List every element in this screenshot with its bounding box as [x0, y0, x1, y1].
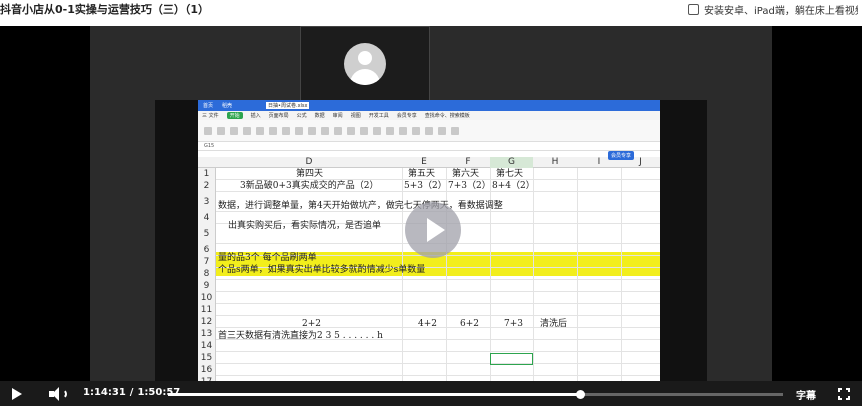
row-number: 14 — [198, 340, 216, 352]
menu-item[interactable]: 三 文件 — [202, 112, 219, 119]
menu-item[interactable]: 页面布局 — [269, 112, 289, 119]
subtitle-button[interactable]: 字幕 — [796, 387, 816, 402]
cell-D2: 3新品破0+3真实成交的产品（2） — [240, 181, 379, 191]
formula-bar: G15 — [198, 142, 660, 151]
big-play-button[interactable] — [405, 202, 461, 258]
cell-C7: 量的品3个 每个品刷两单 — [218, 253, 317, 263]
menu-item[interactable]: 审阅 — [333, 112, 343, 119]
promo-text: 安装安卓、iPad端，躺在床上看视频 — [704, 5, 858, 17]
app-tab[interactable]: 日抽•周试卷.xlsx — [266, 102, 310, 109]
cell-grid[interactable]: 1234567891011121314151617 第四天 第五天 第六天 第七… — [198, 168, 660, 381]
cell-E1: 第五天 — [408, 169, 436, 179]
play-icon — [427, 218, 445, 242]
table-row: 16 — [198, 364, 660, 376]
progress-bar[interactable] — [168, 390, 783, 399]
menu-item[interactable]: 查找命令、搜索模板 — [425, 112, 470, 119]
row-number: 13 — [198, 328, 216, 340]
cell-D5: 出真实购买后，看实际情况，是否追单 — [228, 221, 382, 231]
install-promo[interactable]: 安装安卓、iPad端，躺在床上看视频 — [688, 2, 858, 17]
cell-F2: 7+3（2） — [448, 181, 491, 191]
app-menu: 三 文件 开始 插入 页面布局 公式 数据 审阅 视图 开发工具 会员专享 查找命令、搜索模板 — [198, 111, 660, 120]
menu-item[interactable]: 开始 — [226, 112, 243, 119]
promo-checkbox[interactable] — [688, 3, 699, 15]
current-time: 1:14:31 — [83, 387, 126, 398]
row-number: 8 — [198, 268, 216, 280]
cell-E2: 5+3（2） — [404, 181, 447, 191]
cell-G13: 7+3 — [504, 319, 523, 329]
col-H: H — [551, 157, 559, 167]
cell-D13: 2+2 — [302, 319, 321, 329]
row-number: 5 — [198, 224, 216, 244]
video-title: 抖音小店从0-1实操与运营技巧（三）（1） — [0, 3, 210, 16]
menu-item[interactable]: 视图 — [351, 112, 361, 119]
webcam-tile — [300, 26, 430, 101]
avatar-icon — [344, 43, 386, 85]
cell-G2: 8+4（2） — [492, 181, 535, 191]
cell-G1: 第七天 — [496, 169, 524, 179]
progress-handle[interactable] — [576, 390, 586, 399]
toolbar-ribbon — [198, 120, 660, 142]
player-controls: 1:14:31/1:50:57 字幕 — [0, 381, 862, 406]
row-number: 11 — [198, 304, 216, 316]
row-number: 10 — [198, 292, 216, 304]
video-stage[interactable]: 首页 稻壳 日抽•周试卷.xlsx 三 文件 开始 插入 页面布局 公式 数据 审阅 视图 开发工具… — [0, 26, 862, 381]
cell-F1: 第六天 — [452, 169, 480, 179]
volume-icon[interactable] — [49, 387, 67, 401]
menu-item[interactable]: 插入 — [251, 112, 261, 119]
row-number: 1 — [198, 168, 216, 180]
table-row: 15 — [198, 352, 660, 364]
cell-F13: 6+2 — [460, 319, 479, 329]
row-number: 15 — [198, 352, 216, 364]
col-E: E — [421, 157, 427, 167]
cell-C3: 数据，进行调整单量，第4天开始做坑产，做完七天停两天，看数据调整 — [218, 201, 503, 211]
row-number: 4 — [198, 212, 216, 224]
app-tab[interactable]: 稻壳 — [220, 102, 234, 109]
column-header: D E F G H I J — [198, 157, 660, 168]
menu-item[interactable]: 开发工具 — [369, 112, 389, 119]
progress-fill — [168, 393, 581, 396]
app-tab[interactable]: 首页 — [201, 102, 215, 109]
time-separator: / — [129, 387, 134, 398]
menu-item[interactable]: 数据 — [315, 112, 325, 119]
cell-C8: 个品s两单，如果真实出单比较多就酌情减少s单数量 — [218, 265, 426, 275]
row-number: 3 — [198, 192, 216, 212]
row-number: 2 — [198, 180, 216, 192]
table-row: 10 — [198, 292, 660, 304]
title-bar: 抖音小店从0-1实操与运营技巧（三）（1） 安装安卓、iPad端，躺在床上看视频 — [0, 0, 862, 18]
time-display: 1:14:31/1:50:57 — [83, 387, 180, 398]
col-F: F — [465, 157, 471, 167]
col-G: G — [490, 157, 533, 168]
cell-C14: 首三天数据有清洗直接为2 3 5 . . . . . . h — [218, 331, 383, 341]
vip-tag[interactable]: 会员专享 — [608, 151, 635, 160]
cell-H13: 清洗后 — [540, 319, 568, 329]
row-number: 6 — [198, 244, 216, 256]
table-row: 9 — [198, 280, 660, 292]
row-number: 16 — [198, 364, 216, 376]
menu-item[interactable]: 公式 — [297, 112, 307, 119]
play-icon[interactable] — [12, 388, 22, 400]
row-number: 9 — [198, 280, 216, 292]
selected-cell[interactable] — [490, 353, 533, 365]
table-row: 11 — [198, 304, 660, 316]
row-number: 12 — [198, 316, 216, 328]
col-D: D — [305, 157, 313, 167]
app-tabs: 首页 稻壳 日抽•周试卷.xlsx — [198, 100, 660, 111]
row-number: 7 — [198, 256, 216, 268]
cell-D1: 第四天 — [296, 169, 324, 179]
cell-E13: 4+2 — [418, 319, 437, 329]
menu-item[interactable]: 会员专享 — [397, 112, 417, 119]
cell-reference: G15 — [204, 143, 215, 149]
fullscreen-icon[interactable] — [838, 388, 850, 400]
